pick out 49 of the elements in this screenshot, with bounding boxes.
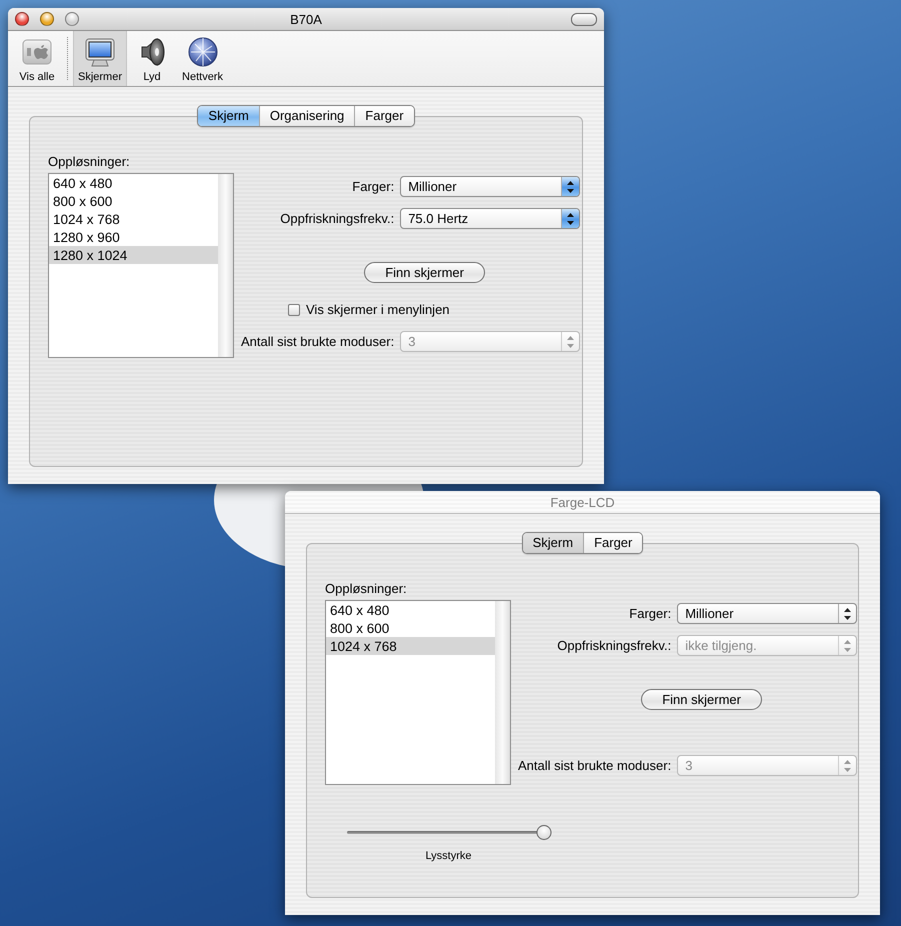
- slider-thumb[interactable]: [536, 825, 552, 840]
- toolbar-button[interactable]: Vis alle: [12, 31, 62, 86]
- minimize-button[interactable]: [40, 12, 54, 26]
- checkbox-label: Vis skjermer i menylinjen: [306, 302, 450, 317]
- toolbar-button[interactable]: Skjermer: [73, 31, 128, 86]
- window-title: Farge-LCD: [550, 494, 615, 510]
- field-label: Oppfriskningsfrekv.:: [280, 211, 394, 226]
- list-label: Oppløsninger:: [48, 154, 131, 169]
- up-down-arrows-icon: [844, 760, 852, 772]
- list-item[interactable]: 1280 x 1024: [49, 246, 218, 264]
- list-item[interactable]: 640 x 480: [326, 601, 495, 619]
- list-item[interactable]: 1024 x 768: [326, 637, 495, 655]
- slider-label: Lysstyrke: [424, 850, 473, 862]
- find-displays-button[interactable]: Finn skjermer: [364, 262, 485, 283]
- tab[interactable]: Farger: [354, 106, 414, 126]
- list-item[interactable]: 1280 x 960: [49, 228, 218, 246]
- list-item[interactable]: 1024 x 768: [49, 210, 218, 228]
- find-displays-button[interactable]: Finn skjermer: [641, 689, 762, 710]
- monitor-icon: [84, 36, 116, 68]
- up-down-arrows-icon: [567, 212, 574, 224]
- up-down-arrows-icon: [567, 336, 574, 348]
- list-item[interactable]: 640 x 480: [49, 174, 218, 192]
- up-down-arrows-icon: [567, 180, 574, 192]
- tab[interactable]: Skjerm: [522, 533, 584, 553]
- zoom-button[interactable]: [65, 12, 79, 26]
- popup-menu[interactable]: 75.0 Hertz: [400, 208, 580, 229]
- checkbox[interactable]: [288, 304, 300, 316]
- field-label: Farger:: [629, 606, 672, 621]
- tab[interactable]: Skjerm: [198, 106, 259, 126]
- popup-menu[interactable]: Millioner: [400, 176, 580, 197]
- field-label: Antall sist brukte moduser:: [518, 758, 672, 773]
- field-label: Oppfriskningsfrekv.:: [557, 638, 672, 653]
- list-item[interactable]: 800 x 600: [326, 619, 495, 637]
- tab[interactable]: Farger: [583, 533, 642, 553]
- up-down-arrows-icon: [844, 608, 852, 620]
- tab[interactable]: Organisering: [258, 106, 354, 126]
- up-down-arrows-icon: [844, 640, 852, 652]
- list-label: Oppløsninger:: [325, 581, 408, 596]
- list-item[interactable]: 800 x 600: [49, 192, 218, 210]
- close-button[interactable]: [15, 12, 29, 26]
- toolbar-button[interactable]: Nettverk: [177, 31, 228, 86]
- field-label: Farger:: [352, 179, 394, 194]
- toolbar-button[interactable]: Lyd: [127, 31, 178, 86]
- brightness-slider[interactable]: [347, 825, 550, 840]
- window-title: B70A: [290, 12, 322, 26]
- popup-menu[interactable]: Millioner: [677, 603, 858, 624]
- toolbar-toggle-button[interactable]: [571, 12, 597, 26]
- globe-icon: [186, 36, 218, 68]
- field-label: Antall sist brukte moduser:: [241, 334, 394, 349]
